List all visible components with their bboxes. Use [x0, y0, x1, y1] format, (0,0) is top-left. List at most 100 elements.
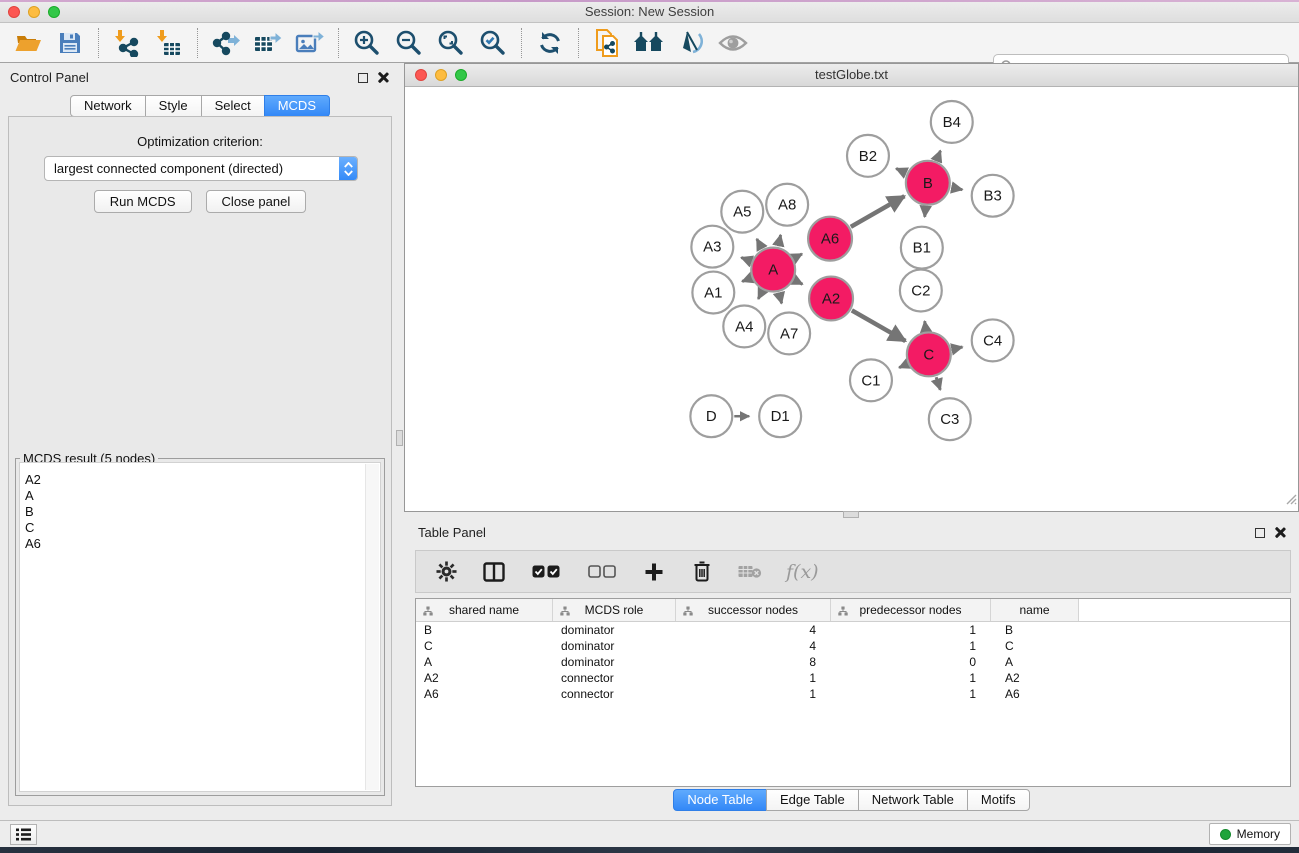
graph-node-D1[interactable]: D1: [759, 395, 801, 437]
list-item[interactable]: A: [20, 488, 380, 504]
graph-node-C[interactable]: C: [907, 332, 951, 376]
graph-node-C1[interactable]: C1: [850, 359, 892, 401]
table-row[interactable]: Cdominator41C: [416, 638, 1290, 654]
graph-edge-B-B3[interactable]: [951, 187, 962, 189]
float-panel-icon[interactable]: [1255, 528, 1265, 538]
tab-style[interactable]: Style: [145, 95, 202, 117]
criterion-dropdown[interactable]: largest connected component (directed): [44, 156, 358, 181]
graph-edge-A6-B[interactable]: [851, 196, 905, 227]
graph-node-A[interactable]: A: [751, 248, 795, 292]
graph-edge-A-A7[interactable]: [779, 293, 782, 304]
float-panel-icon[interactable]: [358, 73, 368, 83]
zoom-view-button[interactable]: [455, 69, 467, 81]
column-header-name[interactable]: name: [991, 599, 1079, 621]
export-image-icon[interactable]: [294, 28, 326, 58]
graph-node-A8[interactable]: A8: [766, 184, 808, 226]
list-item[interactable]: C: [20, 520, 380, 536]
save-session-icon[interactable]: [54, 28, 86, 58]
close-view-button[interactable]: [415, 69, 427, 81]
zoom-in-icon[interactable]: [351, 28, 383, 58]
network-from-clipboard-icon[interactable]: [591, 28, 623, 58]
list-item[interactable]: A6: [20, 536, 380, 552]
graph-node-B1[interactable]: B1: [901, 227, 943, 269]
graph-edge-A-A1[interactable]: [742, 278, 751, 281]
graph-node-A3[interactable]: A3: [691, 226, 733, 268]
tab-network-table[interactable]: Network Table: [858, 789, 968, 811]
list-item[interactable]: B: [20, 504, 380, 520]
graph-node-B[interactable]: B: [906, 161, 950, 205]
table-row[interactable]: Bdominator41B: [416, 622, 1290, 638]
column-header-successor-nodes[interactable]: successor nodes: [676, 599, 831, 621]
table-row[interactable]: A2connector11A2: [416, 670, 1290, 686]
tab-mcds[interactable]: MCDS: [264, 95, 330, 117]
home-icon[interactable]: [633, 28, 665, 58]
graph-node-D[interactable]: D: [690, 395, 732, 437]
graph-node-A2[interactable]: A2: [809, 277, 853, 321]
graph-node-C2[interactable]: C2: [900, 270, 942, 312]
import-network-icon[interactable]: [111, 28, 143, 58]
refresh-layout-icon[interactable]: [534, 28, 566, 58]
graph-node-A4[interactable]: A4: [723, 305, 765, 347]
network-canvas[interactable]: B4B2BB3A5A8A6B1A3AA1C2A2A4A7C4CC1C3DD1: [405, 87, 1298, 511]
export-network-icon[interactable]: [210, 28, 242, 58]
graph-node-A6[interactable]: A6: [808, 217, 852, 261]
select-all-checkboxes-icon[interactable]: [530, 560, 562, 584]
graph-edge-C-C4[interactable]: [952, 347, 962, 349]
zoom-fit-icon[interactable]: [435, 28, 467, 58]
table-row[interactable]: A6connector11A6: [416, 686, 1290, 702]
tab-edge-table[interactable]: Edge Table: [766, 789, 859, 811]
graph-edge-A-A5[interactable]: [757, 239, 762, 248]
close-panel-icon[interactable]: [1274, 527, 1285, 538]
graph-edge-B-B1[interactable]: [925, 207, 926, 217]
settings-gear-icon[interactable]: [434, 560, 458, 584]
graph-edge-C-C1[interactable]: [899, 364, 907, 367]
graph-node-C4[interactable]: C4: [972, 319, 1014, 361]
list-item[interactable]: A2: [20, 472, 380, 488]
vertical-splitter-handle[interactable]: [396, 430, 403, 446]
scrollbar-track[interactable]: [365, 464, 379, 790]
task-history-button[interactable]: [10, 824, 37, 845]
tab-node-table[interactable]: Node Table: [673, 789, 767, 811]
tab-network[interactable]: Network: [70, 95, 146, 117]
delete-columns-icon[interactable]: [690, 560, 714, 584]
graph-node-B3[interactable]: B3: [972, 175, 1014, 217]
column-header-MCDS-role[interactable]: MCDS role: [553, 599, 676, 621]
zoom-out-icon[interactable]: [393, 28, 425, 58]
memory-button[interactable]: Memory: [1209, 823, 1291, 845]
annotation-pen-icon[interactable]: [675, 28, 707, 58]
toggle-columns-icon[interactable]: [482, 560, 506, 584]
graph-edge-A-A6[interactable]: [794, 254, 802, 258]
column-header-shared-name[interactable]: shared name: [416, 599, 553, 621]
graph-edge-C-C3[interactable]: [936, 377, 940, 390]
horizontal-splitter-handle[interactable]: [843, 511, 859, 518]
tab-motifs[interactable]: Motifs: [967, 789, 1030, 811]
run-mcds-button[interactable]: Run MCDS: [94, 190, 192, 213]
window-resize-grip[interactable]: [1283, 491, 1297, 510]
graph-node-A7[interactable]: A7: [768, 312, 810, 354]
graph-node-A1[interactable]: A1: [692, 272, 734, 314]
graph-edge-A-A4[interactable]: [758, 291, 762, 299]
deselect-all-checkboxes-icon[interactable]: [586, 560, 618, 584]
minimize-view-button[interactable]: [435, 69, 447, 81]
graph-node-C3[interactable]: C3: [929, 398, 971, 440]
graph-edge-A2-C[interactable]: [852, 310, 906, 341]
open-file-icon[interactable]: [12, 28, 44, 58]
graph-edge-A-A8[interactable]: [778, 235, 780, 246]
table-row[interactable]: Adominator80A: [416, 654, 1290, 670]
graph-edge-B-B4[interactable]: [937, 151, 941, 161]
graph-edge-B-B2[interactable]: [896, 169, 906, 173]
minimize-window-button[interactable]: [28, 6, 40, 18]
close-window-button[interactable]: [8, 6, 20, 18]
zoom-selected-icon[interactable]: [477, 28, 509, 58]
close-panel-button[interactable]: Close panel: [206, 190, 307, 213]
graph-node-B2[interactable]: B2: [847, 135, 889, 177]
graph-edge-A-A2[interactable]: [795, 280, 803, 284]
graph-edge-C-C2[interactable]: [925, 321, 926, 330]
add-column-icon[interactable]: [642, 560, 666, 584]
graph-edge-A-A3[interactable]: [741, 258, 751, 262]
import-table-icon[interactable]: [153, 28, 185, 58]
close-panel-icon[interactable]: [377, 72, 388, 83]
column-header-predecessor-nodes[interactable]: predecessor nodes: [831, 599, 991, 621]
zoom-window-button[interactable]: [48, 6, 60, 18]
graph-node-B4[interactable]: B4: [931, 101, 973, 143]
